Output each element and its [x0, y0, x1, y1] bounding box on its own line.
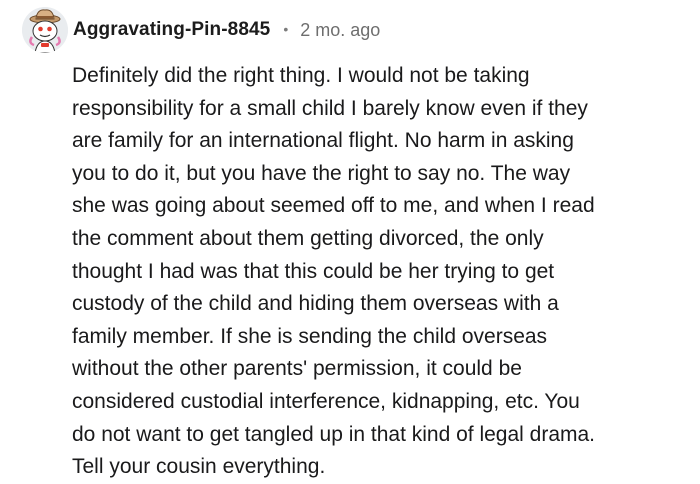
comment-line: responsibility for a small child I barel…	[72, 96, 588, 120]
comment-line: custody of the child and hiding them ove…	[72, 292, 559, 316]
comment-line: do not want to get tangled up in that ki…	[72, 422, 596, 446]
comment-line: the comment about them getting divorced,…	[72, 226, 544, 250]
avatar[interactable]	[22, 7, 68, 53]
comment-line: are family for an international flight. …	[72, 129, 574, 153]
comment-line: she was going about seemed off to me, an…	[72, 194, 595, 218]
comment-line: without the other parents' permission, i…	[72, 357, 522, 381]
comment: Aggravating-Pin-8845 • 2 mo. ago Definit…	[0, 0, 700, 483]
comment-line: thought I had was that this could be her…	[72, 259, 555, 283]
comment-body: Definitely did the right thing. I would …	[72, 60, 692, 484]
comment-line: family member. If she is sending the chi…	[72, 324, 548, 348]
comment-header: Aggravating-Pin-8845 • 2 mo. ago	[22, 6, 380, 54]
author-username[interactable]: Aggravating-Pin-8845	[73, 19, 270, 41]
comment-line: Definitely did the right thing. I would …	[72, 64, 530, 87]
comment-line: Tell your cousin everything.	[72, 455, 326, 479]
separator-dot: •	[283, 21, 289, 37]
comment-line: considered custodial interference, kidna…	[72, 389, 580, 413]
snoo-avatar-icon	[22, 7, 68, 53]
comment-timestamp[interactable]: 2 mo. ago	[300, 20, 380, 41]
comment-line: you to do it, but you have the right to …	[72, 161, 571, 185]
